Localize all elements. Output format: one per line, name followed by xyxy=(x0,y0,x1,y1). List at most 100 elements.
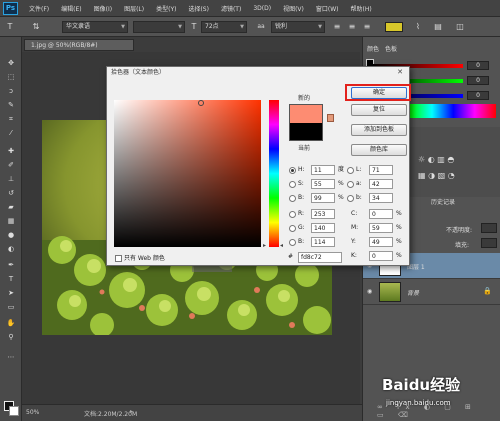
red-value[interactable]: 0 xyxy=(467,61,489,70)
yellow-input[interactable]: 49 xyxy=(369,237,393,247)
more-tools-icon[interactable]: ⋯ xyxy=(5,351,17,363)
green-value[interactable]: 0 xyxy=(467,76,489,85)
menu-window[interactable]: 窗口(W) xyxy=(310,4,345,13)
brush-tool-icon[interactable]: ✐ xyxy=(5,159,17,171)
color-libraries-button[interactable]: 颜色库 xyxy=(351,144,407,156)
antialias-select[interactable]: 锐利 ▼ xyxy=(271,21,325,33)
tab-swatches[interactable]: 色板 xyxy=(385,44,397,53)
menu-3d[interactable]: 3D(D) xyxy=(247,5,277,12)
green-radio[interactable] xyxy=(289,225,296,232)
align-right-icon[interactable]: ≡ xyxy=(361,21,373,33)
font-size-select[interactable]: 72点 ▼ xyxy=(201,21,247,33)
menu-view[interactable]: 视图(V) xyxy=(277,4,310,13)
menu-type[interactable]: 类型(Y) xyxy=(150,4,182,13)
pen-tool-icon[interactable]: ✒ xyxy=(5,259,17,271)
warp-text-icon[interactable]: ⌇ xyxy=(412,21,424,33)
blue-input[interactable]: 114 xyxy=(311,237,335,247)
hue-label: H: xyxy=(298,166,305,173)
gradient-tool-icon[interactable]: ▦ xyxy=(5,215,17,227)
marquee-tool-icon[interactable]: ⬚ xyxy=(5,71,17,83)
type-tool-icon[interactable]: T xyxy=(4,21,16,33)
blue-radio[interactable] xyxy=(289,239,296,246)
blur-tool-icon[interactable]: ● xyxy=(5,229,17,241)
tab-history[interactable]: 历史记录 xyxy=(431,197,455,206)
reset-button[interactable]: 复位 xyxy=(351,104,407,116)
character-panel-icon[interactable]: ▤ xyxy=(432,21,444,33)
quick-select-tool-icon[interactable]: ✎ xyxy=(5,99,17,111)
healing-brush-tool-icon[interactable]: ✚ xyxy=(5,145,17,157)
menu-layer[interactable]: 图层(L) xyxy=(118,4,150,13)
layer-row[interactable]: ◉ 背景 🔒 xyxy=(363,279,500,305)
hand-tool-icon[interactable]: ✋ xyxy=(5,317,17,329)
menu-edit[interactable]: 编辑(E) xyxy=(55,4,87,13)
add-to-swatches-button[interactable]: 添加到色板 xyxy=(351,124,407,136)
saturation-input[interactable]: 55 xyxy=(311,179,335,189)
eyedropper-tool-icon[interactable]: ⁄ xyxy=(5,127,17,139)
out-of-gamut-cube-icon[interactable] xyxy=(327,114,334,122)
lasso-tool-icon[interactable]: ↄ xyxy=(5,85,17,97)
menu-image[interactable]: 图像(I) xyxy=(88,4,118,13)
hue-slider[interactable] xyxy=(269,100,279,247)
text-orientation-icon[interactable]: ⇅ xyxy=(30,21,42,33)
blue-value[interactable]: 0 xyxy=(467,91,489,100)
hue-arrow-left-icon[interactable]: ▸ xyxy=(263,242,266,249)
zoom-tool-icon[interactable]: ⚲ xyxy=(5,331,17,343)
hex-field[interactable]: # fd8c72 xyxy=(288,252,342,265)
document-tab[interactable]: 1.jpg @ 50%(RGB/8#) xyxy=(24,39,134,51)
3d-icon[interactable]: ◫ xyxy=(454,21,466,33)
path-select-tool-icon[interactable]: ➤ xyxy=(5,287,17,299)
saturation-radio[interactable] xyxy=(289,181,296,188)
layer-name[interactable]: 背景 xyxy=(407,288,419,297)
eraser-tool-icon[interactable]: ▰ xyxy=(5,201,17,213)
zoom-level[interactable]: 50% xyxy=(26,409,39,416)
b-radio[interactable] xyxy=(347,195,354,202)
font-family-select[interactable]: 华文隶语 ▼ xyxy=(62,21,128,33)
close-icon[interactable]: ✕ xyxy=(394,68,406,77)
visibility-eye-icon[interactable]: ◉ xyxy=(367,288,375,295)
hue-input[interactable]: 11 xyxy=(311,165,335,175)
a-radio[interactable] xyxy=(347,181,354,188)
status-menu-arrow-icon[interactable]: ▸ xyxy=(130,408,133,415)
align-left-icon[interactable]: ≡ xyxy=(331,21,343,33)
hue-radio[interactable] xyxy=(289,167,296,174)
align-center-icon[interactable]: ≡ xyxy=(346,21,358,33)
fill-field[interactable] xyxy=(481,238,497,248)
type-tool-icon[interactable]: T xyxy=(5,273,17,285)
adjustment-icons-row2[interactable]: ▦ ◑ ▧ ◔ xyxy=(418,171,455,180)
brightness-radio[interactable] xyxy=(289,195,296,202)
web-colors-only-checkbox[interactable]: 只有 Web 颜色 xyxy=(115,253,165,262)
a-input[interactable]: 42 xyxy=(369,179,393,189)
green-input[interactable]: 140 xyxy=(311,223,335,233)
opacity-field[interactable] xyxy=(481,223,497,233)
adjustment-icons[interactable]: ☼ ◐ ▥ ◓ xyxy=(418,155,454,164)
move-tool-icon[interactable]: ✥ xyxy=(5,57,17,69)
red-radio[interactable] xyxy=(289,211,296,218)
brightness-input[interactable]: 99 xyxy=(311,193,335,203)
b-input[interactable]: 34 xyxy=(369,193,393,203)
background-color-swatch[interactable] xyxy=(9,406,19,416)
dodge-tool-icon[interactable]: ◐ xyxy=(5,243,17,255)
menu-select[interactable]: 选择(S) xyxy=(182,4,215,13)
history-brush-tool-icon[interactable]: ↺ xyxy=(5,187,17,199)
black-input[interactable]: 0 xyxy=(369,251,393,261)
checkbox-box[interactable] xyxy=(115,255,122,262)
menu-help[interactable]: 帮助(H) xyxy=(345,4,378,13)
text-color-swatch[interactable] xyxy=(385,22,403,32)
lightness-input[interactable]: 71 xyxy=(369,165,393,175)
hue-arrow-right-icon[interactable]: ◂ xyxy=(280,242,283,249)
tab-color[interactable]: 颜色 xyxy=(367,44,379,53)
red-input[interactable]: 253 xyxy=(311,209,335,219)
hex-input[interactable]: fd8c72 xyxy=(298,252,342,263)
crop-tool-icon[interactable]: ⌗ xyxy=(5,113,17,125)
color-cursor[interactable] xyxy=(198,100,204,106)
menu-filter[interactable]: 滤镜(T) xyxy=(215,4,247,13)
clone-stamp-tool-icon[interactable]: ⊥ xyxy=(5,173,17,185)
font-style-select[interactable]: ▼ xyxy=(133,21,185,33)
lightness-radio[interactable] xyxy=(347,167,354,174)
saturation-brightness-field[interactable] xyxy=(114,100,261,247)
shape-tool-icon[interactable]: ▭ xyxy=(5,301,17,313)
menu-file[interactable]: 文件(F) xyxy=(23,4,55,13)
magenta-input[interactable]: 59 xyxy=(369,223,393,233)
current-color-swatch[interactable] xyxy=(289,123,323,141)
cyan-input[interactable]: 0 xyxy=(369,209,393,219)
